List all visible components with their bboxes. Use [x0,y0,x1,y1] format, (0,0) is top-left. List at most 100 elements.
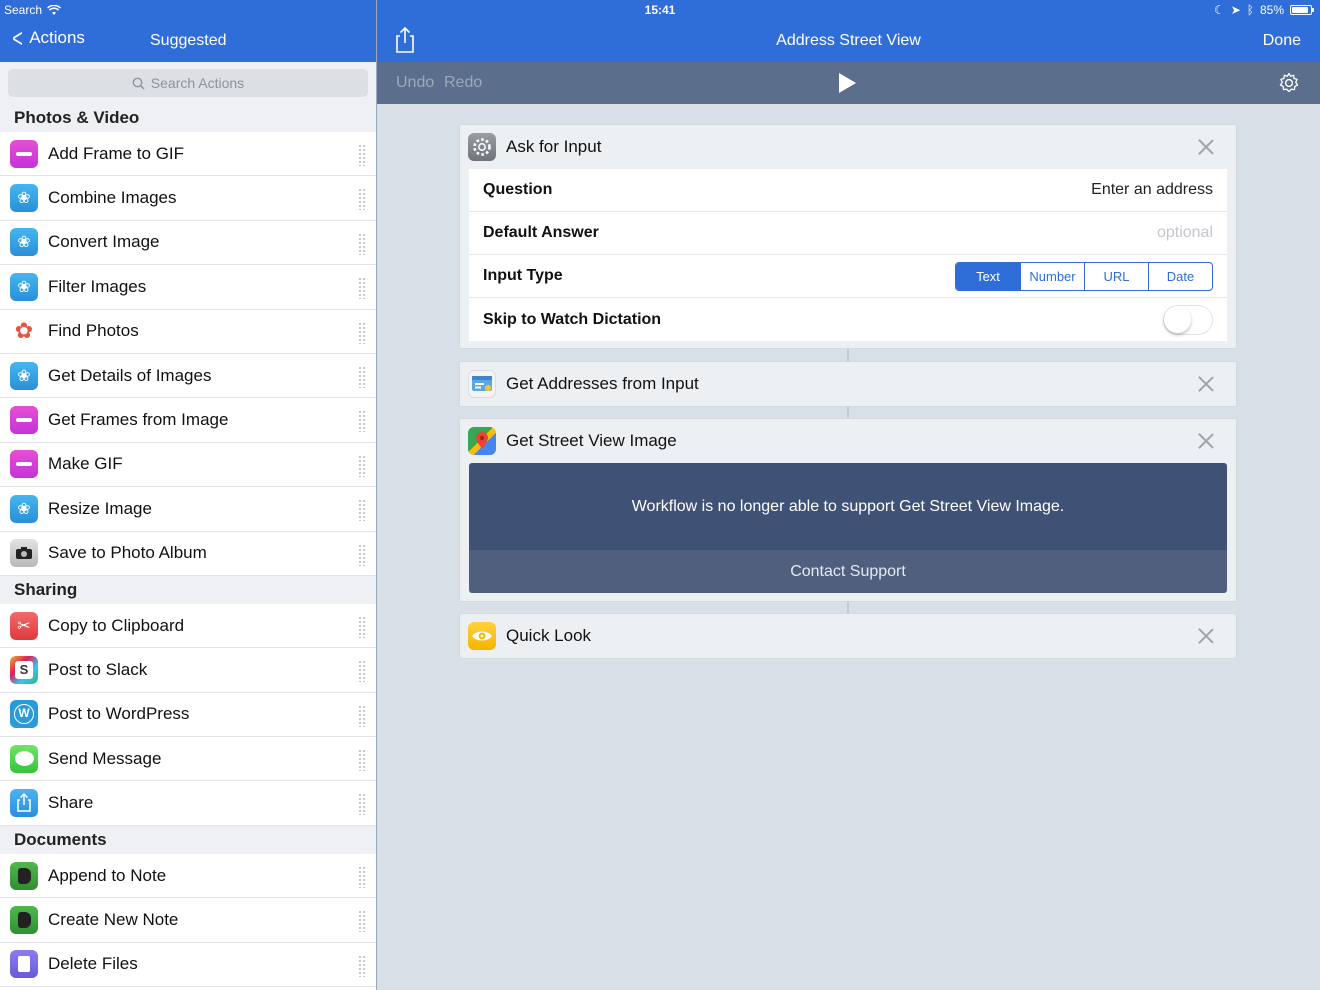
drag-handle-icon[interactable] [358,188,366,211]
action-get-frames-from-image[interactable]: Get Frames from Image [0,398,376,443]
section-header-sharing: Sharing [0,575,376,604]
skip-dictation-toggle[interactable] [1163,304,1213,335]
action-label: Post to WordPress [48,704,190,724]
drag-handle-icon[interactable] [358,749,366,772]
action-post-to-wordpress[interactable]: W Post to WordPress [0,693,376,738]
close-icon[interactable] [1198,628,1214,644]
toggle-knob [1164,305,1191,333]
undo-button[interactable]: Undo [396,74,434,92]
card-header: Get Addresses from Input [460,362,1236,406]
close-icon[interactable] [1198,139,1214,155]
action-append-to-note[interactable]: Append to Note [0,854,376,899]
action-label: Copy to Clipboard [48,615,185,635]
image-icon: ❀ [10,228,38,257]
segment-number[interactable]: Number [1020,262,1084,290]
editor-nav: Address Street View Done [377,20,1320,62]
card-header: Get Street View Image [460,419,1236,463]
card-header: Quick Look [460,614,1236,658]
drag-handle-icon[interactable] [358,793,366,816]
unsupported-warning: Workflow is no longer able to support Ge… [469,463,1227,593]
drag-handle-icon[interactable] [358,704,366,727]
action-label: Combine Images [48,188,177,208]
drag-handle-icon[interactable] [358,910,366,933]
action-save-to-photo-album[interactable]: Save to Photo Album [0,532,376,576]
gif-icon [10,450,38,479]
close-icon[interactable] [1198,433,1214,449]
action-card-quick-look[interactable]: Quick Look [459,613,1237,659]
done-button[interactable]: Done [1263,32,1301,50]
contact-support-button[interactable]: Contact Support [469,550,1227,593]
question-field[interactable]: Enter an address [1091,181,1213,199]
action-convert-image[interactable]: ❀ Convert Image [0,221,376,266]
action-post-to-slack[interactable]: S Post to Slack [0,648,376,693]
close-icon[interactable] [1198,376,1214,392]
action-create-new-note[interactable]: Create New Note [0,898,376,943]
redo-button[interactable]: Redo [444,74,482,92]
action-add-frame-to-gif[interactable]: Add Frame to GIF [0,132,376,177]
param-label: Default Answer [483,224,599,241]
suggested-button[interactable]: Suggested [150,32,227,50]
photos-icon: ✿ [10,317,38,346]
segment-url[interactable]: URL [1084,262,1148,290]
play-icon[interactable] [839,73,856,93]
action-send-message[interactable]: Send Message [0,737,376,782]
drag-handle-icon[interactable] [358,321,366,344]
battery-percent: 85% [1259,3,1284,17]
chevron-left-icon: < [12,23,23,53]
input-type-segmented-control[interactable]: Text Number URL Date [955,261,1213,291]
gear-icon[interactable] [1278,72,1300,94]
drag-handle-icon[interactable] [358,660,366,683]
action-get-details-of-images[interactable]: ❀ Get Details of Images [0,354,376,399]
action-combine-images[interactable]: ❀ Combine Images [0,176,376,221]
card-title: Ask for Input [506,137,602,156]
drag-handle-icon[interactable] [358,499,366,522]
drag-handle-icon[interactable] [358,454,366,477]
action-label: Send Message [48,748,162,768]
search-input[interactable]: Search Actions [8,69,368,97]
param-label: Question [483,181,553,198]
flow-connector [847,407,849,418]
drag-handle-icon[interactable] [358,277,366,300]
message-icon [10,744,38,773]
action-share[interactable]: Share [0,781,376,826]
action-make-gif[interactable]: Make GIF [0,443,376,488]
card-title: Get Addresses from Input [506,374,699,393]
action-find-photos[interactable]: ✿ Find Photos [0,310,376,354]
drag-handle-icon[interactable] [358,865,366,888]
drag-handle-icon[interactable] [358,410,366,433]
action-card-ask-for-input[interactable]: Ask for Input Question Enter an address … [459,124,1237,349]
drag-handle-icon[interactable] [358,144,366,166]
action-resize-image[interactable]: ❀ Resize Image [0,487,376,532]
back-button-label: Actions [29,28,85,47]
bluetooth-icon: ᛒ [1246,3,1254,17]
segment-date[interactable]: Date [1148,262,1212,290]
gif-icon [10,406,38,435]
action-label: Convert Image [48,232,160,252]
segment-text[interactable]: Text [956,262,1020,290]
drag-handle-icon[interactable] [358,365,366,388]
action-label: Resize Image [48,498,152,518]
search-icon [132,77,145,89]
action-label: Make GIF [48,454,123,474]
param-skip-dictation: Skip to Watch Dictation [469,298,1227,341]
status-bar: Search 15:41 ☾ ➤ ᛒ 85% [0,0,1320,20]
action-copy-to-clipboard[interactable]: ✂ Copy to Clipboard [0,604,376,649]
action-delete-files[interactable]: Delete Files [0,943,376,988]
drag-handle-icon[interactable] [358,232,366,255]
param-default-answer[interactable]: Default Answer optional [469,212,1227,255]
action-filter-images[interactable]: ❀ Filter Images [0,265,376,310]
page-title: Address Street View [776,32,921,49]
back-button[interactable]: < Actions [10,23,85,53]
default-answer-field[interactable]: optional [1157,224,1213,242]
files-icon [10,950,38,979]
card-title: Get Street View Image [506,431,677,450]
drag-handle-icon[interactable] [358,615,366,638]
maps-icon [468,427,496,455]
action-card-get-street-view[interactable]: Get Street View Image Workflow is no lon… [459,418,1237,602]
action-card-get-addresses[interactable]: Get Addresses from Input [459,361,1237,407]
evernote-icon [10,861,38,890]
param-question[interactable]: Question Enter an address [469,169,1227,212]
action-label: Get Frames from Image [48,410,229,430]
drag-handle-icon[interactable] [358,543,366,566]
drag-handle-icon[interactable] [358,954,366,977]
